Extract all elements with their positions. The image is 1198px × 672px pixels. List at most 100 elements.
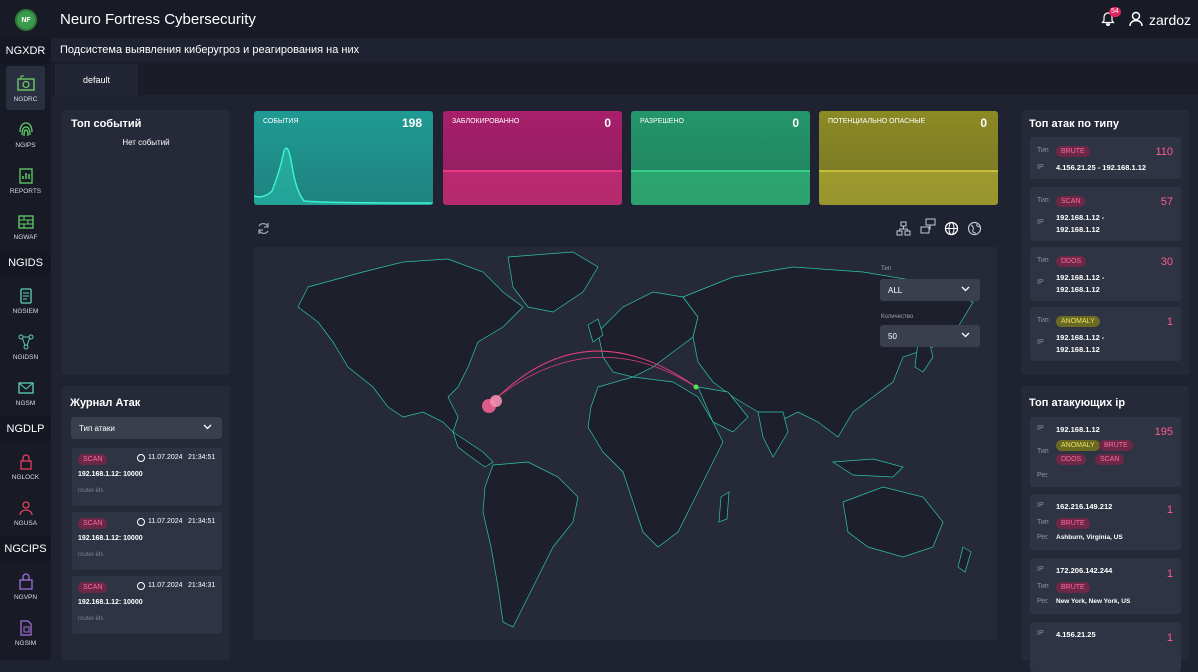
map-new-zealand [957, 546, 972, 573]
username[interactable]: zardoz [1149, 12, 1191, 28]
attack-type-tag: BRUTE [1056, 518, 1090, 529]
vpn-icon [18, 572, 33, 590]
tab-default[interactable]: default [55, 64, 138, 95]
radar-icon [16, 75, 35, 91]
chevron-down-icon [961, 332, 970, 338]
attack-tag: SCAN [78, 454, 108, 465]
chevron-down-icon [203, 424, 212, 430]
sidebar-item-ngidsn[interactable]: NGIDSN [6, 324, 45, 368]
type-key: Тип [1037, 257, 1049, 264]
attack-ip-dest: 192.168.1.12 [1056, 345, 1100, 354]
attack-type-card[interactable]: Тип SCAN 57 IP 192.168.1.12 - 192.168.1.12 [1030, 187, 1181, 241]
sidebar-item-ngusa[interactable]: NGUSA [6, 490, 45, 534]
stat-card[interactable]: ЗАБЛОКИРОВАННО 0 [443, 111, 622, 205]
attacker-ip: 162.216.149.212 [1056, 502, 1113, 511]
ip-key: IP [1037, 502, 1044, 509]
attacker-count: 195 [1154, 426, 1173, 438]
sidebar-item-ngips[interactable]: NGIPS [6, 112, 45, 156]
world-map[interactable] [253, 247, 997, 640]
attack-type-tag: ANOMALY [1056, 440, 1100, 451]
attacker-count: 1 [1166, 568, 1173, 580]
sidebar-group-ngcips: NGCIPS [0, 536, 51, 562]
app-logo[interactable]: NF [15, 9, 37, 31]
ip-key: IP [1037, 425, 1044, 432]
clock-icon [137, 518, 145, 526]
attack-ip: 192.168.1.12 - [1056, 273, 1105, 282]
firewall-icon [17, 214, 34, 229]
map-count-dropdown[interactable]: 50 [880, 325, 980, 347]
sidebar-item-label: NGLOCK [11, 473, 40, 481]
attacker-ip-card[interactable]: IP 172.206.142.244 1 Тип BRUTE Рег. New York, … [1030, 558, 1181, 614]
sidebar-item-ngsm[interactable]: NGSM [6, 370, 45, 414]
stat-value: 198 [401, 116, 422, 130]
attack-type-tag: BRUTE [1099, 440, 1133, 451]
sidebar-item-nglock[interactable]: NGLOCK [6, 444, 45, 488]
attack-type-dropdown-label: Тип атаки [79, 423, 115, 433]
attack-type-card[interactable]: Тип BRUTE 110 IP 4.156.21.25 - 192.168.1.12 [1030, 137, 1181, 179]
topology-icon[interactable] [896, 221, 911, 236]
stat-card[interactable]: СОБЫТИЯ 198 [254, 111, 433, 205]
stat-label: СОБЫТИЯ [263, 118, 299, 125]
stat-sparkline [443, 170, 622, 205]
attack-count: 57 [1160, 196, 1173, 208]
attack-ip-dest: 192.168.1.12 [1056, 225, 1100, 234]
stat-card[interactable]: ПОТЕНЦИАЛЬНО ОПАСНЫЕ 0 [819, 111, 998, 205]
attacker-ip: 192.168.1.12 [1056, 425, 1100, 434]
region-key: Рег. [1037, 472, 1049, 479]
sidebar-item-ngvpn[interactable]: NGVPN [6, 564, 45, 608]
attack-type-tag: DDOS [1056, 256, 1087, 267]
ip-key: IP [1037, 164, 1044, 171]
attacker-region: Ashburn, Virginia, US [1056, 534, 1123, 541]
globe-3d-icon[interactable] [967, 221, 982, 236]
app-title: Neuro Fortress Cybersecurity [60, 11, 256, 28]
clock-icon [137, 454, 145, 462]
attack-type-card[interactable]: Тип DDOS 30 IP 192.168.1.12 - 192.168.1.12 [1030, 247, 1181, 301]
globe-icon[interactable] [944, 221, 959, 236]
refresh-icon[interactable] [256, 221, 271, 236]
attack-log-item[interactable]: SCAN 11.07.2024 21:34:51 192.168.1.12: 1000… [72, 448, 222, 506]
log-source: router-ids [78, 488, 104, 494]
log-address: 192.168.1.12: 10000 [78, 535, 143, 542]
attack-log-item[interactable]: SCAN 11.07.2024 21:34:31 192.168.1.12: 1000… [72, 576, 222, 634]
fingerprint-icon [18, 121, 33, 136]
attack-count: 30 [1160, 256, 1173, 268]
sidebar-item-label: NGUSA [13, 519, 38, 527]
attack-type-tag: BRUTE [1056, 146, 1090, 157]
attack-type-card[interactable]: Тип ANOMALY 1 IP 192.168.1.12 - 192.168.1.12 [1030, 307, 1181, 361]
siem-icon [19, 287, 32, 304]
sidebar-item-reports[interactable]: REPORTS [6, 158, 45, 202]
attack-type-tag: DDOS [1056, 454, 1087, 465]
attacker-count: 1 [1166, 504, 1173, 516]
network-map-icon[interactable] [919, 218, 938, 236]
ip-key: IP [1037, 630, 1044, 637]
stat-card[interactable]: РАЗРЕШЕНО 0 [631, 111, 810, 205]
map-australia [842, 486, 944, 558]
attacker-ip: 172.206.142.244 [1056, 566, 1113, 575]
sidebar-item-ngdrc[interactable]: NGDRC [6, 66, 45, 110]
region-key: Рег. [1037, 598, 1049, 605]
map-madagascar [718, 491, 730, 523]
map-type-dropdown[interactable]: ALL [880, 279, 980, 301]
log-date: 11.07.2024 [148, 518, 183, 525]
log-source: router-ids [78, 616, 104, 622]
type-key: Тип [1037, 583, 1049, 590]
stat-value: 0 [980, 116, 987, 130]
attack-type-dropdown[interactable]: Тип атаки [71, 417, 222, 439]
attack-ip: 192.168.1.12 - [1056, 213, 1105, 222]
page-subtitle: Подсистема выявления киберугроз и реагир… [60, 44, 360, 56]
attack-type-tag: BRUTE [1056, 582, 1090, 593]
attacker-ip-card[interactable]: IP 162.216.149.212 1 Тип BRUTE Рег. Ashburn, V… [1030, 494, 1181, 550]
attacker-ip-card[interactable]: IP 4.156.21.25 1 [1030, 622, 1181, 672]
stat-sparkline [819, 170, 998, 205]
attacker-region: New York, New York, US [1056, 598, 1131, 605]
sidebar-item-ngsim[interactable]: NGSIM [6, 610, 45, 654]
top-bar: NF Neuro Fortress Cybersecurity 54 zardo… [0, 0, 1198, 38]
attacker-ip: 4.156.21.25 [1056, 630, 1096, 639]
user-icon[interactable] [1129, 11, 1143, 27]
stat-value: 0 [604, 116, 611, 130]
attacker-ip-card[interactable]: IP 192.168.1.12 195 Тип ANOMALY BRUTE DDOS SCAN… [1030, 417, 1181, 487]
chevron-down-icon [961, 286, 970, 292]
sidebar-item-ngwaf[interactable]: NGWAF [6, 204, 45, 248]
sidebar-item-ngsiem[interactable]: NGSIEM [6, 278, 45, 322]
attack-log-item[interactable]: SCAN 11.07.2024 21:34:51 192.168.1.12: 1000… [72, 512, 222, 570]
